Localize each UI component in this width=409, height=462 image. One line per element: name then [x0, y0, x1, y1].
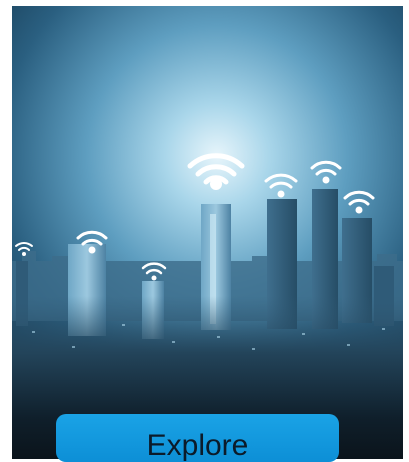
hero-illustration — [12, 6, 403, 459]
city-skyline-image — [12, 6, 403, 459]
explore-button[interactable]: Explore — [56, 414, 339, 462]
